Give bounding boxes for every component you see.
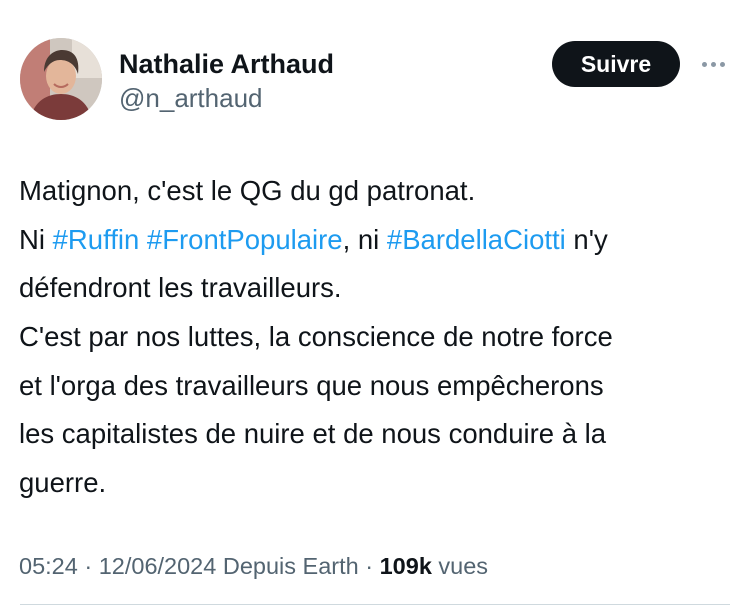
ellipsis-icon: [701, 61, 725, 67]
follow-button[interactable]: Suivre: [552, 41, 680, 87]
tweet-date[interactable]: 12/06/2024: [99, 553, 217, 579]
meta-separator-2: ·: [358, 553, 380, 579]
tweet-text: Matignon, c'est le QG du gd patronat. Ni …: [19, 167, 734, 508]
hashtag-link[interactable]: #Ruffin: [53, 224, 140, 255]
tweet: Nathalie Arthaud @n_arthaud Suivre Matig…: [0, 0, 750, 611]
tweet-text-segment: Matignon, c'est le QG du gd patronat.: [19, 175, 476, 206]
tweet-text-segment: et l'orga des travailleurs que nous empê…: [19, 369, 604, 401]
display-name[interactable]: Nathalie Arthaud: [119, 48, 334, 80]
tweet-text-segment: n'y: [565, 223, 608, 255]
user-handle[interactable]: @n_arthaud: [119, 82, 334, 114]
tweet-meta: 05:24 · 12/06/2024 Depuis Earth · 109k v…: [19, 549, 488, 583]
tweet-text-line: défendront les travailleurs.: [19, 264, 734, 313]
tweet-source: Depuis Earth: [216, 553, 359, 579]
views-label: vues: [431, 553, 489, 579]
tweet-text-segment: guerre.: [19, 467, 107, 499]
tweet-text-line: et l'orga des travailleurs que nous empê…: [19, 362, 734, 411]
author-info: Nathalie Arthaud @n_arthaud: [119, 48, 334, 114]
avatar-image: [20, 38, 102, 120]
hashtag-link[interactable]: #BardellaCiotti: [387, 224, 566, 255]
tweet-text-line: guerre.: [19, 459, 734, 508]
hashtag-link[interactable]: #FrontPopulaire: [147, 224, 343, 255]
tweet-time[interactable]: 05:24: [19, 553, 78, 579]
tweet-text-line: C'est par nos luttes, la conscience de n…: [19, 313, 734, 362]
avatar[interactable]: [20, 38, 102, 120]
tweet-text-line: les capitalistes de nuire et de nous con…: [19, 410, 734, 459]
meta-separator: ·: [77, 553, 99, 579]
tweet-text-segment: Ni: [19, 223, 53, 255]
tweet-text-segment: défendront les travailleurs.: [19, 272, 342, 304]
tweet-text-segment: C'est par nos luttes, la conscience de n…: [19, 321, 613, 353]
tweet-text-line: Matignon, c'est le QG du gd patronat.: [19, 167, 734, 216]
views-count[interactable]: 109k: [380, 553, 432, 579]
more-options-button[interactable]: [696, 48, 730, 80]
tweet-text-segment: les capitalistes de nuire et de nous con…: [19, 418, 607, 450]
tweet-text-segment: , ni: [342, 223, 387, 255]
tweet-text-line: Ni #Ruffin #FrontPopulaire, ni #Bardella…: [19, 216, 734, 265]
tweet-text-segment: [139, 224, 147, 255]
tweet-header: Nathalie Arthaud @n_arthaud Suivre: [20, 38, 730, 124]
divider: [20, 604, 730, 605]
